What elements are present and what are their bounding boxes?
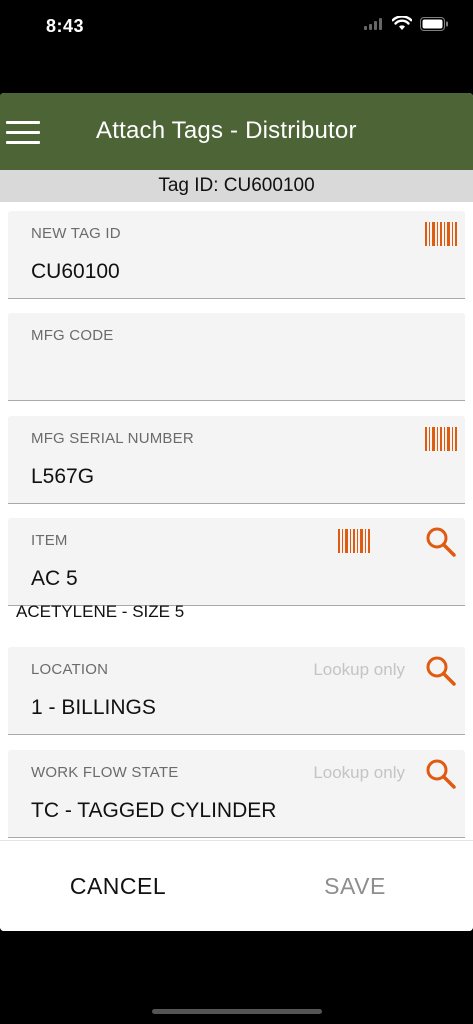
new-tag-id-value: CU60100 [31,260,120,283]
page-title: Attach Tags - Distributor [96,117,357,144]
barcode-scan-icon[interactable] [425,427,457,451]
lookup-only-hint: Lookup only [313,660,405,679]
signal-icon [364,17,382,30]
new-tag-id-field[interactable]: NEW TAG ID CU60100 [8,211,465,299]
battery-icon [420,16,448,31]
item-field[interactable]: ITEM AC 5 [8,518,465,606]
mfg-serial-label: MFG SERIAL NUMBER [31,430,194,447]
item-description: ACETYLENE - SIZE 5 [16,602,185,621]
workflow-state-field[interactable]: WORK FLOW STATE Lookup only TC - TAGGED … [8,750,465,838]
form-content: NEW TAG ID CU60100 MFG CODE MFG SERIAL N… [0,202,473,841]
status-icons [364,16,449,31]
mfg-serial-value: L567G [31,465,95,488]
location-value: 1 - BILLINGS [31,696,156,719]
app-header: Attach Tags - Distributor [0,93,473,170]
item-value: AC 5 [31,567,78,590]
app-screen: Attach Tags - Distributor Tag ID: CU6001… [0,93,473,931]
mfg-code-label: MFG CODE [31,327,114,344]
tag-id-bar: Tag ID: CU600100 [0,170,473,202]
mfg-serial-field[interactable]: MFG SERIAL NUMBER L567G [8,416,465,504]
workflow-state-value: TC - TAGGED CYLINDER [31,799,277,822]
status-time: 8:43 [46,16,85,36]
location-label: LOCATION [31,661,109,678]
workflow-state-label: WORK FLOW STATE [31,764,179,781]
location-field[interactable]: LOCATION Lookup only 1 - BILLINGS [8,647,465,735]
mfg-code-field[interactable]: MFG CODE [8,313,465,401]
item-label: ITEM [31,532,68,549]
status-bar: 8:43 [0,0,473,52]
search-icon[interactable] [425,655,457,687]
barcode-scan-icon[interactable] [425,222,457,246]
lookup-only-hint: Lookup only [313,763,405,782]
new-tag-id-label: NEW TAG ID [31,225,121,242]
search-icon[interactable] [425,526,457,558]
home-indicator[interactable] [152,1009,322,1014]
action-footer: CANCEL SAVE [0,840,473,931]
cancel-button[interactable]: CANCEL [0,841,236,931]
hamburger-menu-icon[interactable] [6,121,40,147]
search-icon[interactable] [425,758,457,790]
save-button[interactable]: SAVE [237,841,473,931]
wifi-icon [392,16,412,30]
barcode-scan-icon[interactable] [338,529,370,553]
